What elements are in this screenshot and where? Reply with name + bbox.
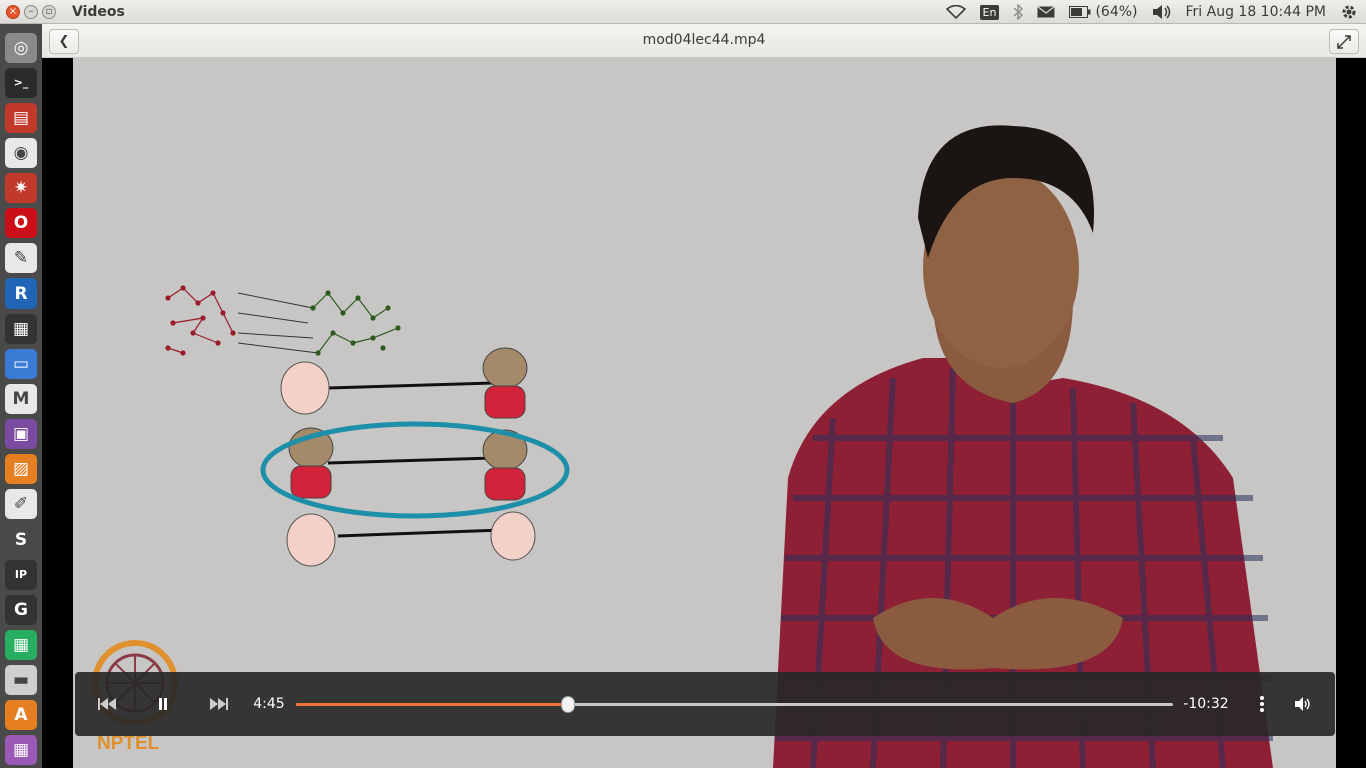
restore-window-button[interactable]: ▫ bbox=[42, 4, 56, 19]
launcher-item-document-viewer[interactable]: ▭ bbox=[5, 348, 37, 379]
launcher-item-file-archive[interactable]: ▤ bbox=[5, 102, 37, 133]
spreadsheet-icon: ▦ bbox=[12, 634, 30, 655]
video-frame[interactable]: NPTEL bbox=[73, 58, 1336, 768]
launcher: ◎ >_ ▤ ◉ ✷ O ✎ R ▦ ▭ M ▣ ▨ ✐ S IP G ▦ ▬ A ▦ bbox=[0, 24, 42, 768]
opera-icon: O bbox=[13, 213, 29, 234]
launcher-item-opera[interactable]: O bbox=[5, 208, 37, 239]
software-center-icon: A bbox=[14, 705, 28, 726]
image-viewer-icon: ✎ bbox=[13, 248, 29, 269]
ipython-icon: IP bbox=[14, 568, 28, 582]
launcher-item-text-editor[interactable]: ✐ bbox=[5, 489, 37, 520]
drive-icon: ▬ bbox=[12, 670, 30, 691]
close-window-button[interactable]: × bbox=[6, 4, 20, 19]
mail-icon[interactable] bbox=[1037, 6, 1056, 18]
chrome-icon: ◉ bbox=[13, 142, 29, 163]
indicator-area: En (64%) Fri Aug 18 10:44 PM bbox=[945, 0, 1366, 24]
launcher-item-software-center[interactable]: A bbox=[5, 700, 37, 731]
launcher-item-presentation[interactable]: ▨ bbox=[5, 454, 37, 485]
launcher-item-ipython[interactable]: IP bbox=[5, 559, 37, 590]
minimize-window-button[interactable]: – bbox=[24, 4, 38, 19]
launcher-item-settings-app[interactable]: ✷ bbox=[5, 173, 37, 204]
battery-icon bbox=[1069, 6, 1091, 18]
launcher-item-terminal[interactable]: >_ bbox=[5, 67, 37, 98]
bluetooth-icon[interactable] bbox=[1013, 4, 1024, 20]
app-title: Videos bbox=[72, 3, 125, 20]
battery-indicator[interactable]: (64%) bbox=[1069, 4, 1138, 20]
seek-bar-progress bbox=[296, 703, 568, 706]
window-controls: × – ▫ bbox=[6, 4, 56, 19]
nptel-watermark-text: NPTEL bbox=[97, 733, 160, 754]
video-header-bar: ❮ mod04lec44.mp4 bbox=[42, 24, 1366, 58]
network-graph-illustration bbox=[165, 285, 401, 356]
pause-button[interactable] bbox=[147, 672, 179, 736]
gmail-icon: M bbox=[12, 388, 30, 409]
clapperboard-icon: ▦ bbox=[12, 318, 30, 339]
launcher-item-chrome[interactable]: ◉ bbox=[5, 137, 37, 169]
launcher-item-drive[interactable]: ▬ bbox=[5, 665, 37, 696]
launcher-item-sublime-text[interactable]: S bbox=[5, 524, 37, 555]
skip-forward-icon bbox=[210, 698, 228, 710]
terminal-icon: >_ bbox=[13, 76, 29, 90]
speaker-icon bbox=[1295, 697, 1310, 711]
keyboard-layout-indicator[interactable]: En bbox=[979, 4, 1000, 20]
system-gear-icon[interactable] bbox=[1340, 3, 1358, 21]
document-icon: ▭ bbox=[12, 353, 30, 374]
previous-button[interactable] bbox=[91, 672, 123, 736]
launcher-item-gmail[interactable]: M bbox=[5, 383, 37, 415]
battery-percent: (64%) bbox=[1095, 4, 1138, 20]
r-icon: R bbox=[14, 283, 28, 304]
video-content bbox=[92, 125, 1273, 768]
elapsed-time: 4:45 bbox=[253, 696, 285, 712]
sublime-icon: S bbox=[14, 529, 28, 550]
remaining-time: -10:32 bbox=[1183, 696, 1229, 712]
ubuntu-logo-icon: ◎ bbox=[13, 37, 29, 58]
fullscreen-button[interactable] bbox=[1329, 29, 1359, 54]
skip-back-icon bbox=[98, 698, 116, 710]
clock[interactable]: Fri Aug 18 10:44 PM bbox=[1186, 4, 1327, 20]
launcher-item-spreadsheet[interactable]: ▦ bbox=[5, 629, 37, 661]
film-icon: ▣ bbox=[12, 424, 30, 445]
launcher-item-image-viewer[interactable]: ✎ bbox=[5, 243, 37, 274]
presentation-icon: ▨ bbox=[12, 459, 30, 480]
wifi-icon[interactable] bbox=[945, 5, 966, 19]
launcher-item-workspaces[interactable]: ▦ bbox=[5, 735, 37, 766]
launcher-item-video-editor[interactable]: ▦ bbox=[5, 313, 37, 344]
video-area[interactable]: NPTEL bbox=[42, 58, 1366, 768]
launcher-item-r-lang[interactable]: R bbox=[5, 278, 37, 309]
gear-app-icon: ✷ bbox=[13, 178, 29, 199]
video-title: mod04lec44.mp4 bbox=[642, 32, 766, 48]
player-controls: 4:45 -10:32 bbox=[75, 672, 1335, 736]
more-vertical-icon bbox=[1260, 696, 1264, 712]
launcher-item-dash-home[interactable]: ◎ bbox=[5, 32, 37, 63]
volume-button[interactable] bbox=[1287, 672, 1319, 736]
more-options-button[interactable] bbox=[1249, 672, 1275, 736]
fullscreen-icon bbox=[1337, 34, 1351, 49]
volume-icon[interactable] bbox=[1152, 4, 1172, 20]
archive-icon: ▤ bbox=[12, 107, 30, 128]
pause-icon bbox=[159, 698, 167, 710]
seek-bar[interactable] bbox=[296, 696, 1173, 713]
launcher-item-media-player[interactable]: ▣ bbox=[5, 419, 37, 450]
text-editor-icon: ✐ bbox=[13, 494, 29, 515]
workspaces-icon: ▦ bbox=[12, 740, 30, 761]
launcher-item-gephi[interactable]: G bbox=[5, 594, 37, 625]
gephi-icon: G bbox=[14, 599, 28, 620]
seek-bar-handle[interactable] bbox=[560, 696, 575, 713]
top-panel: × – ▫ Videos En (64%) Fri Aug 18 10:44 P… bbox=[0, 0, 1366, 24]
next-button[interactable] bbox=[203, 672, 235, 736]
